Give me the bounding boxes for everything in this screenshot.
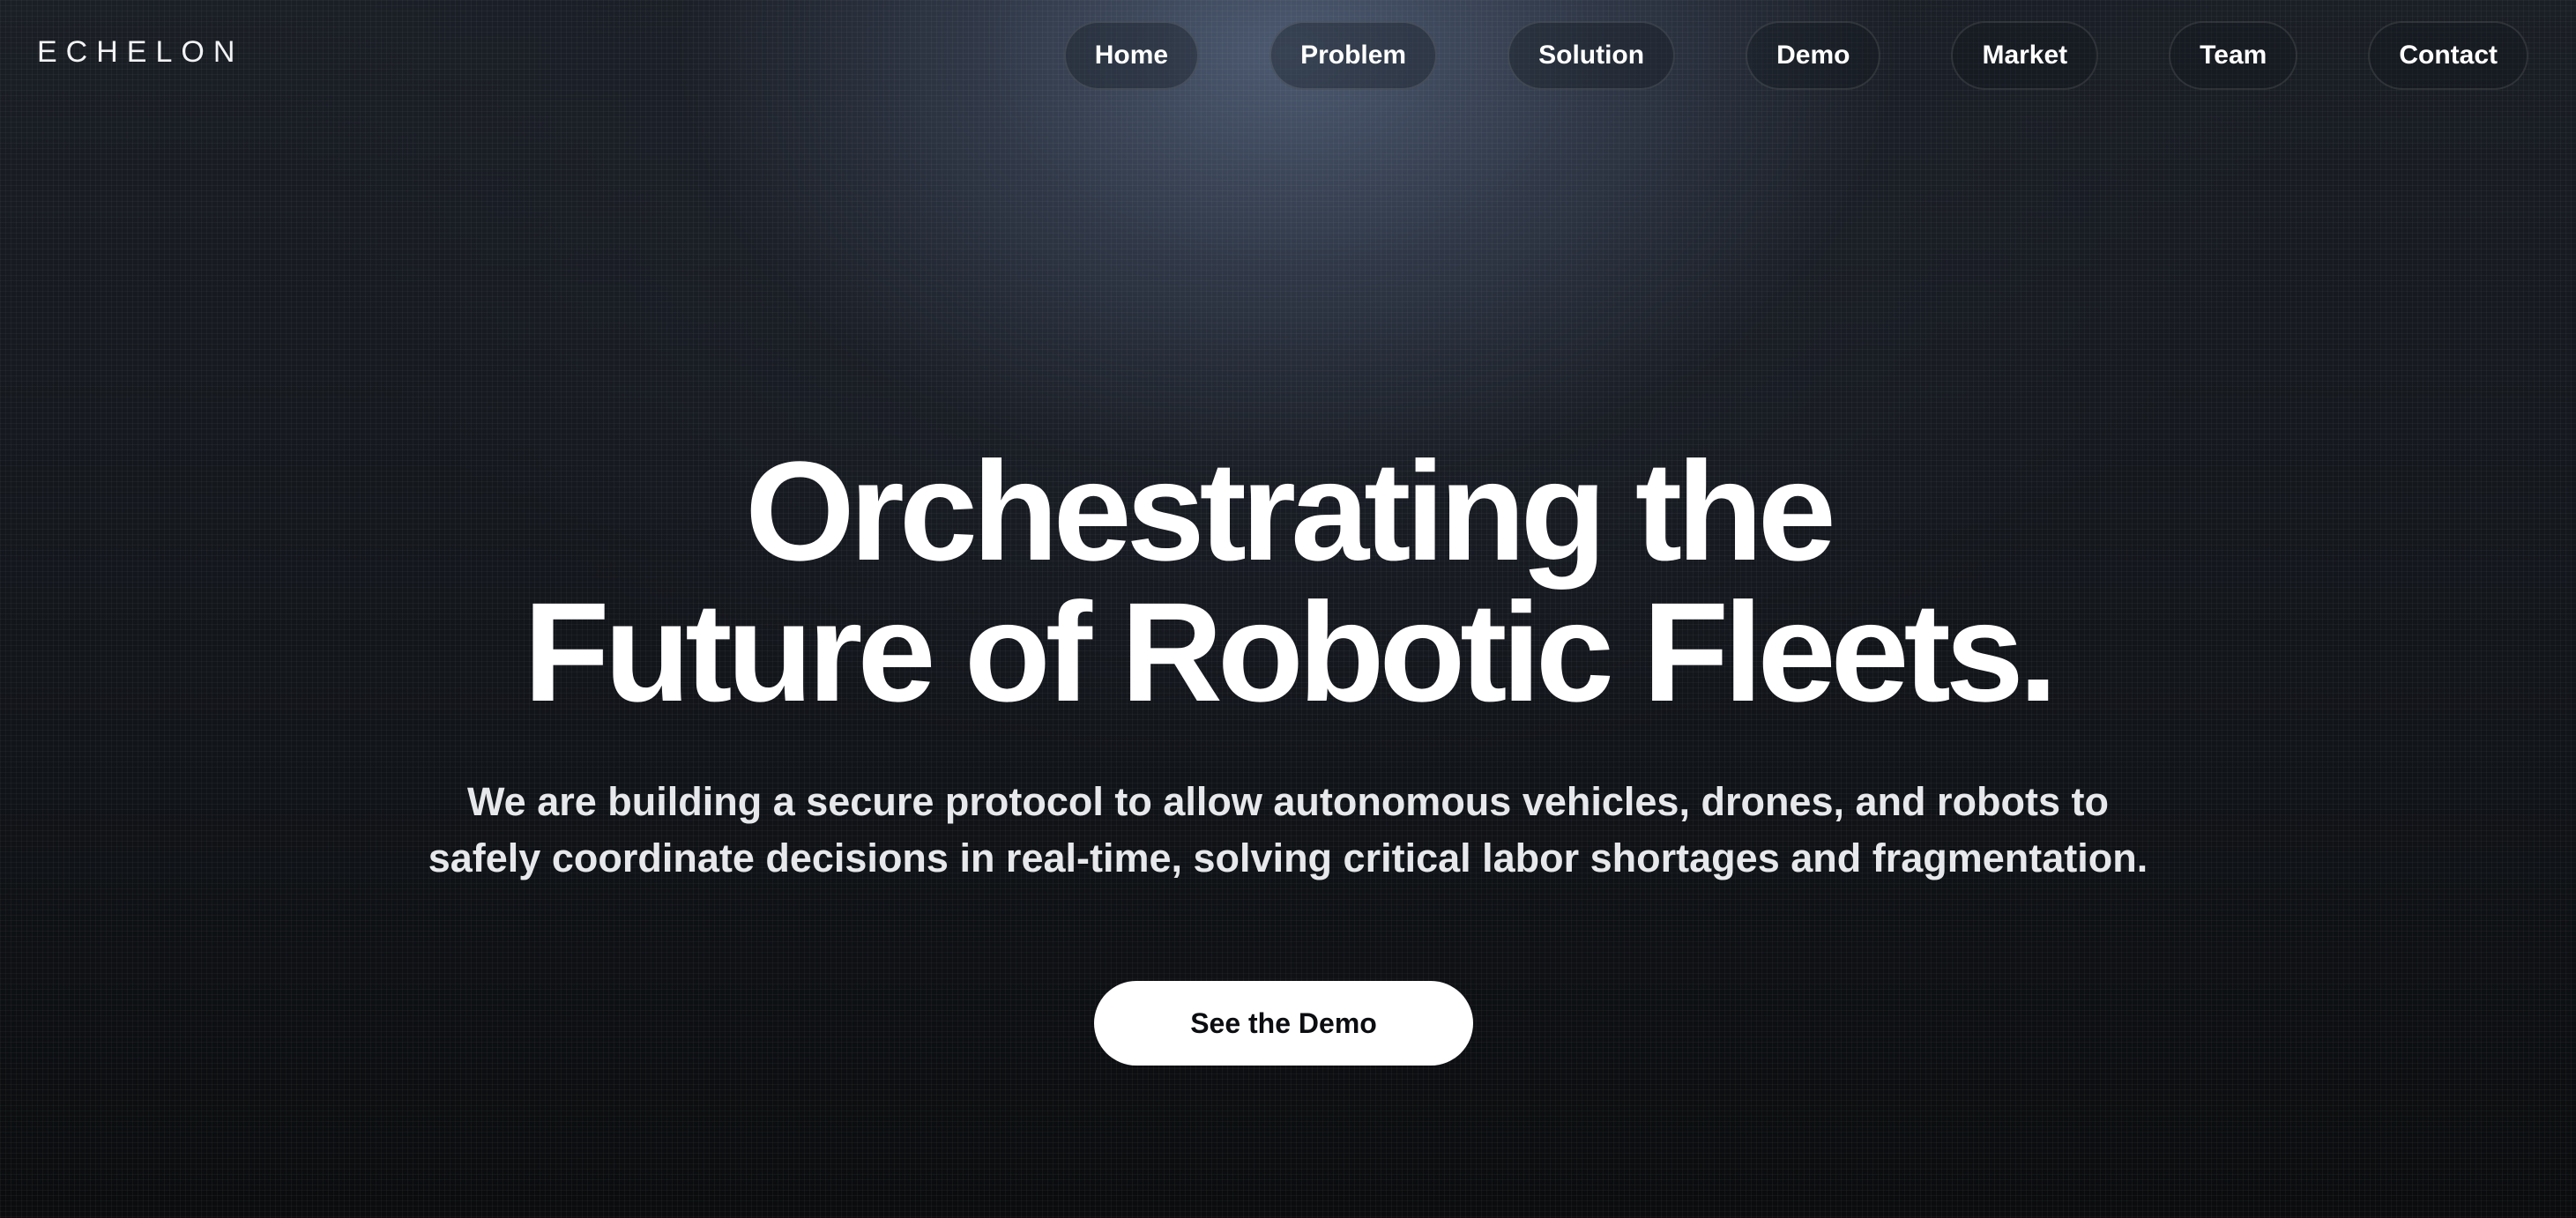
hero-subtext-line-2: safely coordinate decisions in real-time…: [428, 836, 2148, 880]
nav-item-demo[interactable]: Demo: [1746, 21, 1881, 90]
nav-item-solution[interactable]: Solution: [1508, 21, 1676, 90]
nav-item-contact[interactable]: Contact: [2368, 21, 2528, 90]
hero-headline-line-1: Orchestrating the: [745, 432, 1836, 590]
hero-section: Orchestrating the Future of Robotic Flee…: [0, 441, 2576, 887]
brand-logo[interactable]: ECHELON: [37, 37, 243, 67]
hero-subtext: We are building a secure protocol to all…: [318, 774, 2258, 887]
hero-headline: Orchestrating the Future of Robotic Flee…: [0, 441, 2576, 723]
nav-item-problem[interactable]: Problem: [1269, 21, 1438, 90]
hero-headline-line-2: Future of Robotic Fleets.: [523, 573, 2058, 731]
nav-item-home[interactable]: Home: [1063, 21, 1200, 90]
nav-item-market[interactable]: Market: [1951, 21, 2099, 90]
nav-item-team[interactable]: Team: [2169, 21, 2298, 90]
see-demo-button[interactable]: See the Demo: [1094, 981, 1473, 1066]
hero-subtext-line-1: We are building a secure protocol to all…: [467, 779, 2109, 824]
main-nav: Home Problem Solution Demo Market Team C…: [1063, 21, 2528, 90]
